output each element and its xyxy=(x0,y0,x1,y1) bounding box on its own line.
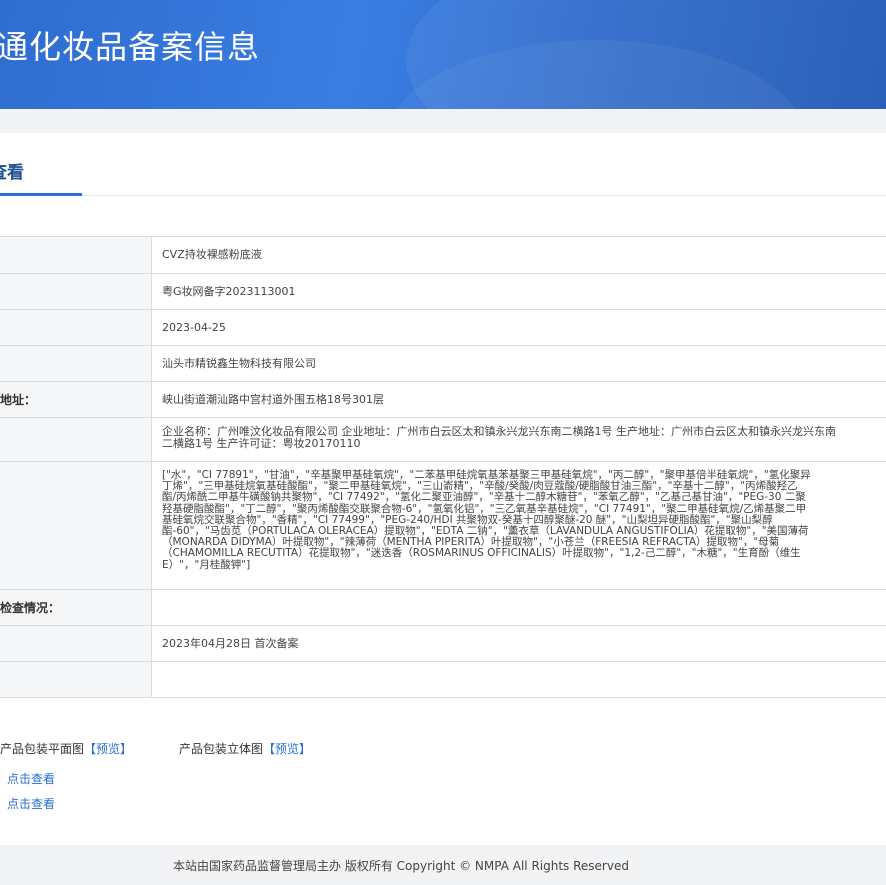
row-value: 企业名称：广州唯汶化妆品有限公司 企业地址：广州市白云区太和镇永兴龙兴东南二横路… xyxy=(162,425,836,450)
row-label xyxy=(0,346,152,381)
flat-package-label: 产品包装平面图【预览】 xyxy=(0,742,133,756)
row-label: 地址： xyxy=(0,382,152,417)
stereo-package-label: 产品包装立体图【预览】 xyxy=(179,742,312,756)
row-label xyxy=(0,310,152,345)
table-row: 2023-04-25 xyxy=(0,310,886,346)
table-row: 地址： 峡山街道潮汕路中宫村道外围五格18号301层 xyxy=(0,382,886,418)
table-row: 2023年04月28日 首次备案 xyxy=(0,626,886,662)
header-banner: 通化妆品备案信息 xyxy=(0,0,886,109)
info-table: CVZ持妆裸感粉底液 粤G妆网备字2023113001 2023-04-25 汕… xyxy=(0,236,886,698)
tab-active-indicator xyxy=(0,193,82,196)
row-value: 峡山街道潮汕路中宫村道外围五格18号301层 xyxy=(162,392,384,406)
ingredients-list: ["水"，"CI 77891"，"甘油"，"辛基聚甲基硅氧烷"，"二苯基甲硅烷氧… xyxy=(162,469,811,571)
packaging-section: 产品包装平面图【预览】 产品包装立体图【预览】 点击查看 点击查看 xyxy=(0,737,886,827)
row-label xyxy=(0,418,152,461)
table-row: 检查情况： xyxy=(0,590,886,626)
table-row xyxy=(0,662,886,698)
table-row: ["水"，"CI 77891"，"甘油"，"辛基聚甲基硅氧烷"，"二苯基甲硅烷氧… xyxy=(0,462,886,590)
click-view-link[interactable]: 点击查看 xyxy=(7,795,55,812)
table-row: 粤G妆网备字2023113001 xyxy=(0,274,886,310)
click-view-link[interactable]: 点击查看 xyxy=(7,770,55,787)
row-value: CVZ持妆裸感粉底液 xyxy=(162,248,262,261)
row-value: 汕头市精锐鑫生物科技有限公司 xyxy=(162,356,316,370)
spacer xyxy=(0,109,886,133)
table-row: 企业名称：广州唯汶化妆品有限公司 企业地址：广州市白云区太和镇永兴龙兴东南二横路… xyxy=(0,418,886,462)
row-value xyxy=(152,662,886,697)
stereo-preview-link[interactable]: 【预览】 xyxy=(263,742,311,756)
row-value xyxy=(152,590,886,625)
row-label: 检查情况： xyxy=(0,590,152,625)
row-value: 粤G妆网备字2023113001 xyxy=(162,284,296,298)
row-label xyxy=(0,626,152,661)
table-row: 汕头市精锐鑫生物科技有限公司 xyxy=(0,346,886,382)
tab-view[interactable]: 查看 xyxy=(0,158,24,183)
table-row: CVZ持妆裸感粉底液 xyxy=(0,237,886,274)
flat-preview-link[interactable]: 【预览】 xyxy=(84,742,132,756)
row-label xyxy=(0,462,152,589)
page-title: 通化妆品备案信息 xyxy=(0,28,261,66)
footer: 本站由国家药品监督管理局主办 版权所有 Copyright © NMPA All… xyxy=(0,845,886,885)
tab-bar: 查看 xyxy=(0,133,886,196)
row-label xyxy=(0,662,152,697)
row-label xyxy=(0,274,152,309)
row-value: 2023年04月28日 首次备案 xyxy=(162,636,299,650)
footer-copyright: 本站由国家药品监督管理局主办 版权所有 Copyright © NMPA All… xyxy=(173,858,629,873)
row-label xyxy=(0,237,152,273)
detail-panel: 查看 CVZ持妆裸感粉底液 粤G妆网备字2023113001 2023-04-2… xyxy=(0,133,886,845)
row-value: 2023-04-25 xyxy=(162,320,226,334)
